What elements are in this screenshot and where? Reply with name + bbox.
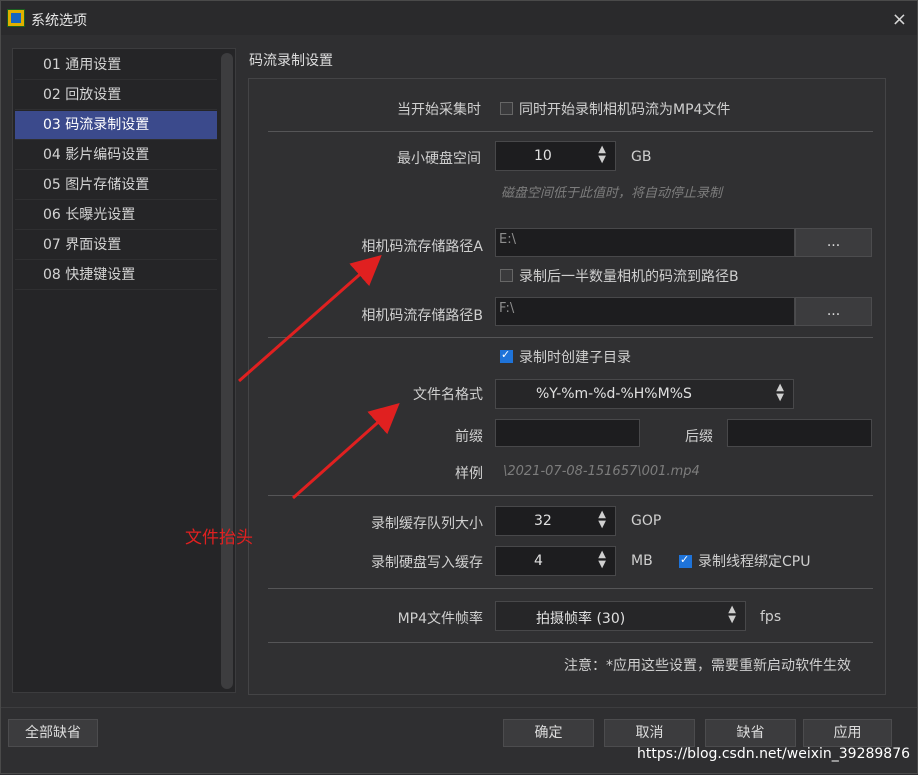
annotation-text: 文件抬头 <box>185 528 253 548</box>
options-dialog: 系统选项 × 01 通用设置 02 回放设置 03 码流录制设置 04 影片编码… <box>0 0 918 774</box>
arrow-to-file-name <box>292 403 400 500</box>
annotation-arrows <box>238 255 400 500</box>
arrow-to-path-a <box>238 255 382 383</box>
watermark: https://blog.csdn.net/weixin_39289876 <box>637 746 911 762</box>
